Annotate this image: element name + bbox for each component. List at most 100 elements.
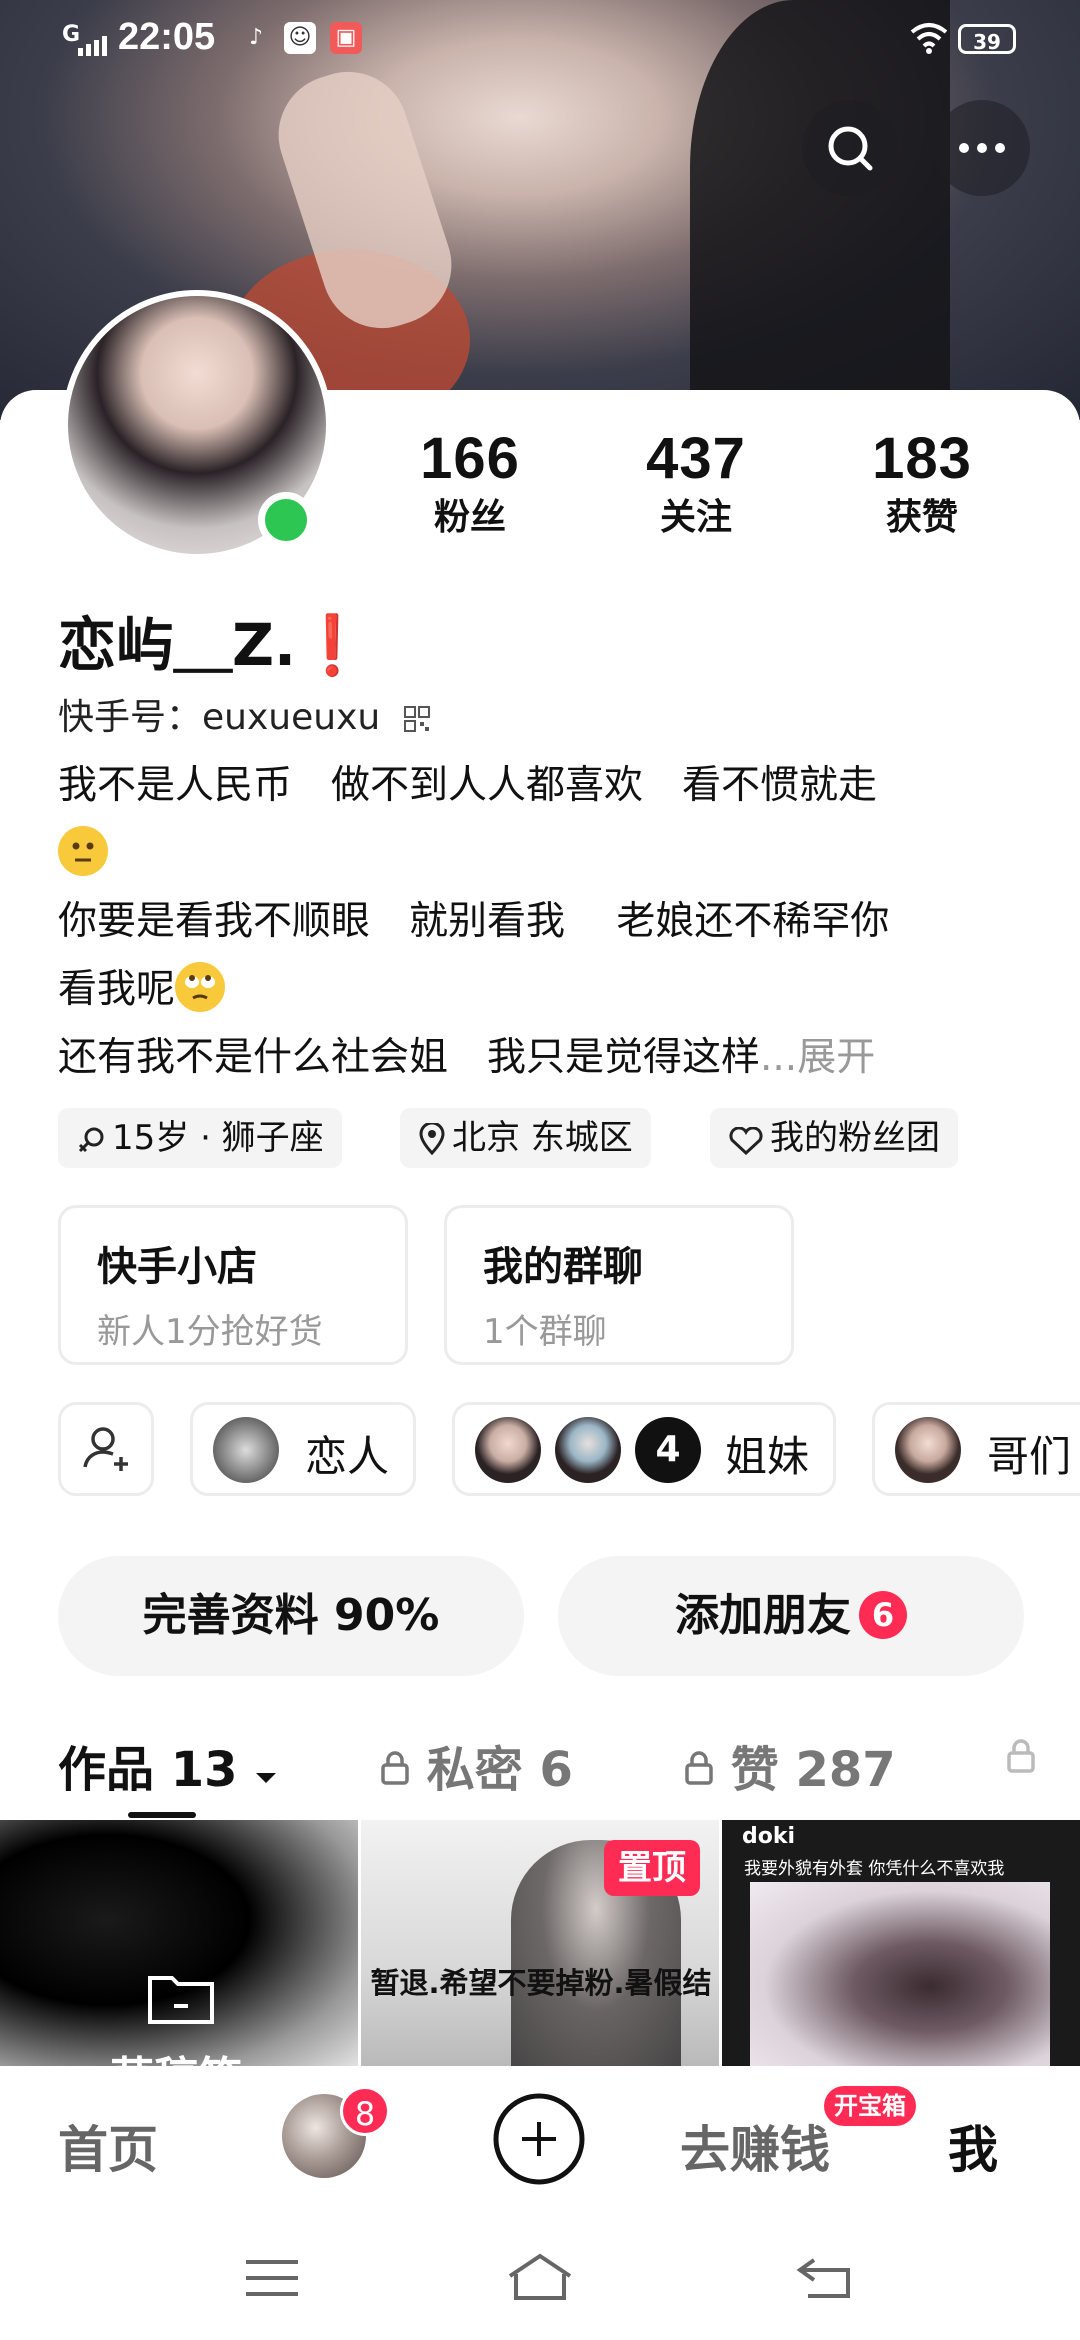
wifi-icon	[910, 23, 948, 54]
gender-female-icon	[78, 1127, 104, 1153]
tag-label: 15岁 · 狮子座	[112, 1118, 324, 1158]
add-friends-badge: 6	[859, 1591, 907, 1639]
online-status-dot	[258, 492, 314, 548]
add-friends-label: 添加朋友	[675, 1590, 851, 1641]
app-notification-icon-2: ▣	[330, 22, 362, 54]
pinned-badge: 置顶	[604, 1840, 700, 1896]
app-notification-icon: ☺	[284, 22, 316, 54]
system-navigation-bar	[0, 2216, 1080, 2340]
stat-label: 获赞	[885, 497, 958, 538]
nav-earn[interactable]: 去赚钱	[680, 2110, 830, 2182]
thumbnail-figure	[750, 1882, 1050, 2070]
group-label: 哥们	[987, 1432, 1072, 1481]
tab-private-label: 私密	[426, 1742, 523, 1798]
home-icon[interactable]	[506, 2252, 574, 2302]
status-bar: G 22:05 ♪ ☺ ▣ 39	[0, 0, 1080, 80]
stat-value: 166	[420, 426, 520, 491]
stat-following[interactable]: 437 关注	[616, 425, 776, 540]
group-avatar	[895, 1417, 961, 1483]
search-button[interactable]	[802, 100, 898, 196]
tab-private-count: 6	[539, 1742, 573, 1798]
more-options-button[interactable]	[934, 100, 1030, 196]
add-friends-button[interactable]: 添加朋友 6	[558, 1556, 1024, 1676]
search-icon	[828, 126, 873, 171]
stat-value: 183	[872, 426, 972, 491]
group-lovers[interactable]: 恋人	[190, 1402, 416, 1496]
add-user-icon	[83, 1427, 128, 1471]
nav-messages-badge: 8	[340, 2086, 390, 2136]
tag-fan-club[interactable]: 我的粉丝团	[710, 1108, 958, 1168]
shortcut-subtitle: 1个群聊	[483, 1312, 607, 1352]
stat-label: 关注	[659, 497, 732, 538]
thumbnail-caption: 暂退.希望不要掉粉.暑假结	[370, 1966, 712, 2000]
bio-ellipsis: ...	[760, 1035, 798, 1080]
dropdown-arrow-icon	[256, 1773, 277, 1783]
stat-followers[interactable]: 166 粉丝	[390, 425, 550, 540]
profile-name: 恋屿＿Z.❗	[58, 598, 368, 682]
stat-value: 437	[646, 426, 746, 491]
nav-me[interactable]: 我	[948, 2110, 998, 2182]
group-avatar	[555, 1417, 621, 1483]
signal-bars-icon	[78, 36, 107, 56]
tag-label: 北京 东城区	[452, 1118, 633, 1158]
kuaishou-id-value: euxueuxu	[202, 697, 381, 738]
exclamation-icon: ❗	[296, 611, 369, 679]
qr-code-icon	[403, 706, 430, 732]
lock-icon	[381, 1751, 409, 1785]
tab-likes-label: 赞	[730, 1742, 779, 1798]
tab-likes[interactable]: 赞 287	[684, 1730, 896, 1800]
tiktok-notification-icon: ♪	[248, 25, 264, 50]
tag-age-zodiac[interactable]: 15岁 · 狮子座	[58, 1108, 342, 1168]
folder-icon	[148, 1976, 214, 2024]
eye-roll-emoji-icon	[175, 962, 226, 1012]
complete-profile-button[interactable]: 完善资料 90%	[58, 1556, 524, 1676]
back-icon[interactable]	[794, 2254, 854, 2302]
group-more-count: 4	[635, 1417, 701, 1483]
tag-label: 我的粉丝团	[770, 1118, 940, 1158]
group-avatar	[475, 1417, 541, 1483]
menu-icon[interactable]	[244, 2256, 300, 2300]
pinned-video-thumbnail[interactable]: 置顶 暂退.希望不要掉粉.暑假结	[361, 1820, 719, 2070]
kuaishou-id[interactable]: 快手号：euxueuxu	[58, 688, 430, 740]
bio-line: 看我呢	[58, 967, 176, 1012]
thumbnail-caption: 我要外貌有外套 你凭什么不喜欢我	[744, 1859, 1005, 1879]
battery-indicator: 39	[958, 24, 1016, 54]
tag-location[interactable]: 北京 东城区	[400, 1108, 651, 1168]
group-avatar	[213, 1417, 279, 1483]
tab-likes-count: 287	[795, 1742, 896, 1798]
bio-line: 还有我不是什么社会姐 我只是觉得这样	[58, 1035, 761, 1080]
stat-label: 粉丝	[433, 497, 506, 538]
neutral-face-emoji-icon	[58, 826, 108, 876]
bio-line: 你要是看我不顺眼 就别看我 老娘还不稀罕你	[58, 899, 890, 944]
tab-private[interactable]: 私密 6	[380, 1730, 573, 1800]
clock: 22:05	[118, 16, 216, 58]
nav-earn-badge: 开宝箱	[824, 2086, 916, 2126]
group-chat-card[interactable]: 我的群聊 1个群聊	[444, 1205, 794, 1365]
group-label: 恋人	[305, 1432, 390, 1481]
tab-works[interactable]: 作品 13	[58, 1730, 278, 1800]
tab-more-locked[interactable]	[1006, 1730, 1036, 1786]
active-tab-indicator	[128, 1812, 196, 1818]
lock-icon	[685, 1751, 713, 1785]
profile-bio[interactable]: 我不是人民币 做不到人人都喜欢 看不惯就走 你要是看我不顺眼 就别看我 老娘还不…	[58, 752, 1018, 1092]
nav-create-button[interactable]	[492, 2092, 586, 2186]
stat-likes[interactable]: 183 获赞	[842, 425, 1002, 540]
group-sisters[interactable]: 4 姐妹	[452, 1402, 836, 1496]
shortcut-subtitle: 新人1分抢好货	[97, 1312, 323, 1352]
nav-home[interactable]: 首页	[58, 2110, 158, 2182]
lock-icon	[1007, 1739, 1035, 1773]
profile-name-text: 恋屿＿Z.	[58, 611, 297, 679]
shortcut-title: 快手小店	[97, 1244, 257, 1290]
kuaishou-shop-card[interactable]: 快手小店 新人1分抢好货	[58, 1205, 408, 1365]
add-contact-button[interactable]	[58, 1402, 154, 1496]
thumbnail-logo-text: doki	[742, 1824, 796, 1849]
tab-works-label: 作品 13	[58, 1742, 238, 1798]
location-pin-icon	[419, 1121, 445, 1156]
more-dots-icon	[959, 143, 1005, 153]
bio-expand-link[interactable]: 展开	[797, 1035, 875, 1080]
shortcut-title: 我的群聊	[483, 1244, 643, 1290]
draft-box-thumbnail[interactable]: 草稿箱	[0, 1820, 358, 2070]
bio-line: 我不是人民币 做不到人人都喜欢 看不惯就走	[58, 763, 878, 808]
group-brothers[interactable]: 哥们	[872, 1402, 1080, 1496]
video-thumbnail[interactable]: doki 我要外貌有外套 你凭什么不喜欢我	[722, 1820, 1080, 2070]
